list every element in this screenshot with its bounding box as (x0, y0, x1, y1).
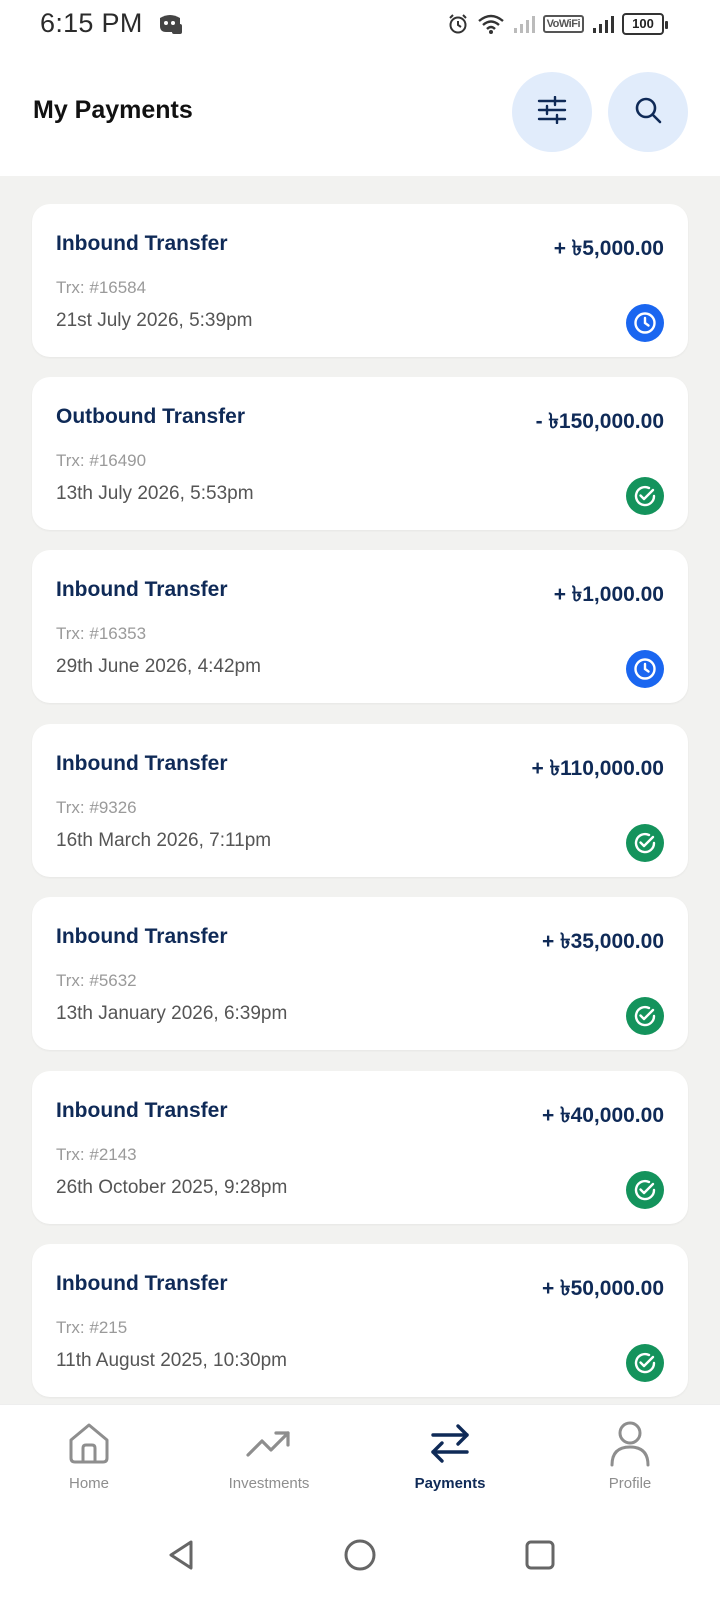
transaction-title: Outbound Transfer (56, 405, 245, 428)
transfer-arrows-icon (426, 1419, 474, 1467)
transaction-title: Inbound Transfer (56, 578, 228, 601)
transaction-date: 26th October 2025, 9:28pm (56, 1177, 288, 1198)
check-circle-icon (626, 997, 664, 1035)
nav-label: Home (68, 1475, 109, 1492)
clock-icon (626, 650, 664, 688)
signal-icon (592, 15, 614, 33)
transaction-id: Trx: #16584 (56, 278, 147, 297)
transaction-date: 21st July 2026, 5:39pm (56, 310, 253, 331)
bottom-nav: Home Investments Payments Profile (0, 1404, 720, 1514)
transaction-date: 16th March 2026, 7:11pm (56, 830, 272, 851)
nav-label: Investments (228, 1475, 310, 1492)
nav-profile[interactable]: Profile (560, 1419, 700, 1505)
sliders-icon (537, 95, 567, 129)
transaction-id: Trx: #9326 (56, 798, 137, 817)
transaction-card[interactable]: Inbound Transfer + ৳40,000.00 Trx: #2143… (32, 1071, 688, 1224)
home-circle-icon (342, 1537, 378, 1578)
back-button[interactable] (156, 1532, 206, 1582)
check-circle-icon (626, 1171, 664, 1209)
transaction-id: Trx: #2143 (56, 1145, 137, 1164)
transaction-title: Inbound Transfer (56, 232, 228, 255)
payments-list[interactable]: Inbound Transfer + ৳5,000.00 Trx: #16584… (0, 176, 720, 1404)
check-circle-icon (626, 1344, 664, 1382)
nav-payments[interactable]: Payments (380, 1419, 520, 1505)
transaction-id: Trx: #16490 (56, 451, 147, 470)
header: My Payments (0, 50, 720, 176)
search-button[interactable] (608, 72, 688, 152)
transaction-date: 11th August 2025, 10:30pm (56, 1350, 287, 1371)
transaction-amount: + ৳1,000.00 (553, 583, 664, 606)
transaction-date: 13th July 2026, 5:53pm (56, 483, 254, 504)
check-circle-icon (626, 477, 664, 515)
transaction-title: Inbound Transfer (56, 1099, 228, 1122)
filter-button[interactable] (512, 72, 592, 152)
transaction-id: Trx: #16353 (56, 624, 147, 643)
recents-square-icon (522, 1537, 558, 1578)
page-title: My Payments (33, 96, 193, 124)
transaction-card[interactable]: Inbound Transfer + ৳50,000.00 Trx: #215 … (32, 1244, 688, 1397)
transaction-id: Trx: #215 (56, 1318, 128, 1337)
transaction-amount: + ৳35,000.00 (542, 930, 664, 953)
app-icon (156, 12, 184, 36)
clock-icon (626, 304, 664, 342)
status-bar: 6:15 PM VoWiFi 100 (0, 0, 720, 50)
status-time: 6:15 PM (40, 8, 143, 38)
nav-label: Profile (608, 1475, 652, 1492)
transaction-title: Inbound Transfer (56, 1272, 228, 1295)
nav-label: Payments (414, 1475, 486, 1492)
transaction-card[interactable]: Inbound Transfer + ৳110,000.00 Trx: #932… (32, 724, 688, 877)
search-icon (633, 95, 663, 130)
home-icon (65, 1419, 113, 1467)
recents-button[interactable] (515, 1532, 565, 1582)
wifi-icon (477, 13, 505, 35)
check-circle-icon (626, 824, 664, 862)
nav-home[interactable]: Home (19, 1419, 159, 1505)
battery-icon: 100 (622, 13, 668, 35)
transaction-date: 29th June 2026, 4:42pm (56, 656, 261, 677)
status-icons: VoWiFi 100 (447, 10, 668, 38)
transaction-amount: + ৳5,000.00 (553, 237, 664, 260)
transaction-card[interactable]: Inbound Transfer + ৳1,000.00 Trx: #16353… (32, 550, 688, 703)
transaction-amount: - ৳150,000.00 (535, 410, 664, 433)
nav-investments[interactable]: Investments (199, 1419, 339, 1505)
transaction-card[interactable]: Outbound Transfer - ৳150,000.00 Trx: #16… (32, 377, 688, 530)
home-button[interactable] (335, 1532, 385, 1582)
transaction-card[interactable]: Inbound Transfer + ৳5,000.00 Trx: #16584… (32, 204, 688, 357)
system-nav-bar (0, 1514, 720, 1600)
transaction-card[interactable]: Inbound Transfer + ৳35,000.00 Trx: #5632… (32, 897, 688, 1050)
vowifi-icon: VoWiFi (542, 15, 584, 33)
alarm-icon (447, 13, 469, 35)
transaction-id: Trx: #5632 (56, 971, 137, 990)
transaction-amount: + ৳50,000.00 (542, 1277, 664, 1300)
signal-icon (513, 15, 535, 33)
transaction-title: Inbound Transfer (56, 925, 228, 948)
transaction-date: 13th January 2026, 6:39pm (56, 1003, 288, 1024)
trending-up-icon (245, 1419, 293, 1467)
transaction-title: Inbound Transfer (56, 752, 228, 775)
transaction-amount: + ৳40,000.00 (542, 1104, 664, 1127)
user-icon (606, 1419, 654, 1467)
back-triangle-icon (163, 1537, 199, 1578)
transaction-amount: + ৳110,000.00 (531, 757, 664, 780)
